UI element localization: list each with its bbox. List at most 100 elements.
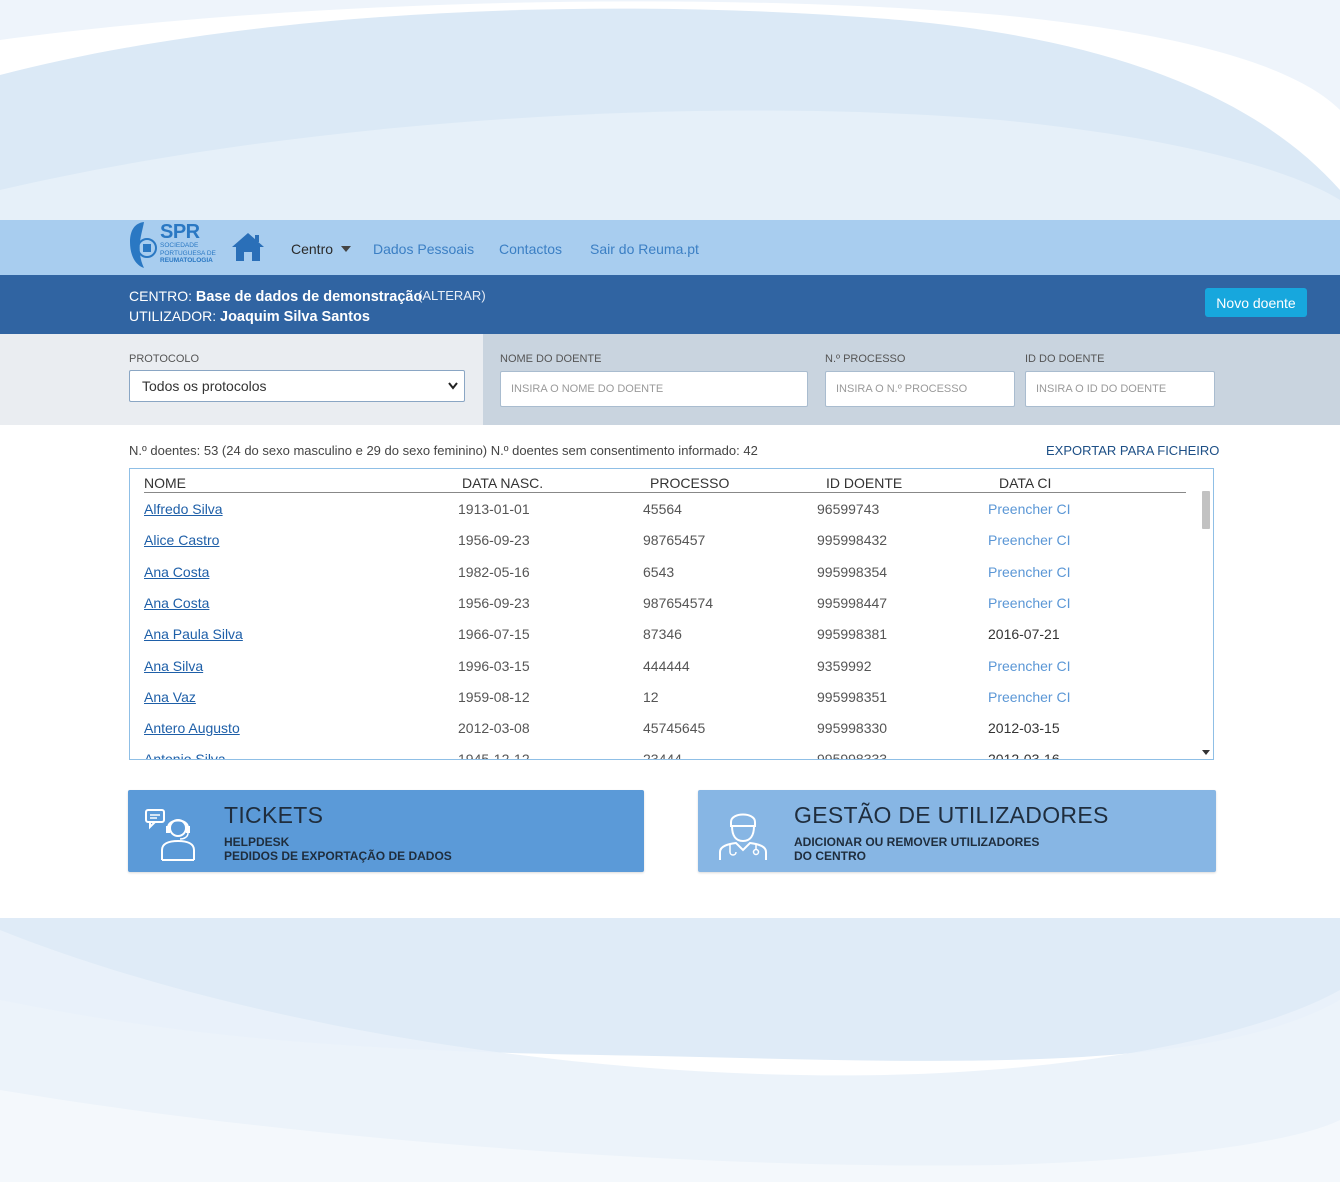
patients-summary: N.º doentes: 53 (24 do sexo masculino e … bbox=[129, 443, 758, 458]
patient-name-link[interactable]: Ana Vaz bbox=[144, 689, 196, 705]
preencher-ci-link[interactable]: Preencher CI bbox=[988, 564, 1070, 580]
logo-sub-line2: Portuguesa de bbox=[160, 249, 216, 257]
logo-title: SPR bbox=[160, 221, 200, 243]
patient-name-link[interactable]: Ana Paula Silva bbox=[144, 626, 243, 642]
col-header-data-nasc: Data Nasc. bbox=[462, 475, 544, 491]
cell-data-ci: 2016-07-21 bbox=[988, 626, 1060, 642]
patient-name-link[interactable]: Antero Augusto bbox=[144, 720, 240, 736]
cell-data-ci: 2012-03-16 bbox=[988, 751, 1060, 760]
patient-name-link[interactable]: Antonio Silva bbox=[144, 751, 226, 759]
processo-label: N.º Processo bbox=[825, 353, 906, 365]
utilizador-label: UTILIZADOR: bbox=[129, 308, 217, 324]
cell-id-doente: 995998381 bbox=[817, 626, 888, 642]
logo-subtitle: Sociedade Portuguesa de Reumatologia bbox=[160, 242, 220, 265]
cell-id-doente: 995998333 bbox=[817, 751, 888, 760]
col-header-id-doente: ID Doente bbox=[826, 475, 903, 491]
nome-doente-label: Nome do doente bbox=[500, 353, 602, 365]
doctor-user-icon bbox=[719, 813, 767, 860]
id-doente-label: ID do doente bbox=[1025, 353, 1105, 365]
cell-processo: 98765457 bbox=[643, 532, 706, 548]
gestao-utilizadores-card[interactable]: Gestão de utilizadores Adicionar ou remo… bbox=[698, 790, 1216, 872]
preencher-ci-link[interactable]: Preencher CI bbox=[988, 501, 1070, 517]
cell-id-doente: 995998354 bbox=[817, 564, 888, 580]
patient-name-link[interactable]: Alice Castro bbox=[144, 532, 219, 548]
preencher-ci-link[interactable]: Preencher CI bbox=[988, 595, 1070, 611]
home-icon[interactable] bbox=[230, 231, 266, 263]
cell-processo: 87346 bbox=[643, 626, 682, 642]
preencher-ci-link[interactable]: Preencher CI bbox=[988, 658, 1070, 674]
table-row: Antero Augusto 2012-03-08 45745645 99599… bbox=[130, 720, 1190, 751]
novo-doente-button[interactable]: Novo doente bbox=[1205, 288, 1307, 317]
nav-centro-label: Centro bbox=[291, 241, 334, 257]
nav-contactos[interactable]: Contactos bbox=[499, 241, 562, 257]
patient-name-link[interactable]: Ana Silva bbox=[144, 658, 203, 674]
cell-data-nasc: 1982-05-16 bbox=[458, 564, 530, 580]
scrollbar-thumb[interactable] bbox=[1202, 491, 1210, 529]
spr-logo[interactable]: SPR Sociedade Portuguesa de Reumatologia bbox=[128, 220, 218, 270]
cell-processo: 45745645 bbox=[643, 720, 706, 736]
cell-data-nasc: 1966-07-15 bbox=[458, 626, 530, 642]
top-navigation: SPR Sociedade Portuguesa de Reumatologia… bbox=[0, 220, 1340, 275]
chevron-down-icon bbox=[448, 382, 458, 390]
cell-processo: 23444 bbox=[643, 751, 682, 760]
cell-processo: 45564 bbox=[643, 501, 682, 517]
col-header-nome: Nome bbox=[144, 475, 186, 491]
id-doente-input[interactable] bbox=[1025, 371, 1215, 407]
chevron-down-icon bbox=[341, 246, 352, 252]
table-scrollbar[interactable] bbox=[1199, 491, 1213, 759]
cell-processo: 12 bbox=[643, 689, 659, 705]
patients-table: Nome Data Nasc. Processo ID Doente Data … bbox=[129, 468, 1214, 760]
nav-centro-dropdown[interactable]: Centro bbox=[291, 241, 352, 257]
alterar-link[interactable]: (ALTERAR) bbox=[418, 288, 486, 303]
nome-doente-input[interactable] bbox=[500, 371, 808, 407]
table-row: Ana Vaz 1959-08-12 12 995998351 Preenche… bbox=[130, 689, 1190, 720]
centro-label: CENTRO: bbox=[129, 288, 192, 304]
cell-data-nasc: 1956-09-23 bbox=[458, 595, 530, 611]
center-info-bar: CENTRO: Base de dados de demonstração (A… bbox=[0, 275, 1340, 334]
table-row: Ana Paula Silva 1966-07-15 87346 9959983… bbox=[130, 626, 1190, 657]
cell-id-doente: 96599743 bbox=[817, 501, 880, 517]
cell-processo: 6543 bbox=[643, 564, 675, 580]
table-row: Ana Costa 1956-09-23 987654574 995998447… bbox=[130, 595, 1190, 626]
cell-data-nasc: 1996-03-15 bbox=[458, 658, 530, 674]
utilizador-value: Joaquim Silva Santos bbox=[220, 309, 370, 325]
users-sub-line2: do centro bbox=[794, 849, 866, 863]
logo-sub-line1: Sociedade bbox=[160, 242, 199, 249]
cell-data-nasc: 1913-01-01 bbox=[458, 501, 530, 517]
cell-id-doente: 995998351 bbox=[817, 689, 888, 705]
processo-input[interactable] bbox=[825, 371, 1015, 407]
scroll-down-arrow-icon[interactable] bbox=[1202, 750, 1210, 755]
helpdesk-agent-icon bbox=[145, 809, 195, 861]
app-panel: SPR Sociedade Portuguesa de Reumatologia… bbox=[0, 220, 1340, 918]
tickets-sub-exportacao: Pedidos de exportação de dados bbox=[224, 849, 452, 863]
cell-data-nasc: 2012-03-08 bbox=[458, 720, 530, 736]
col-header-processo: Processo bbox=[650, 475, 730, 491]
protocolo-label: Protocolo bbox=[129, 353, 200, 365]
table-row: Ana Silva 1996-03-15 444444 9359992 Pree… bbox=[130, 658, 1190, 689]
patient-name-link[interactable]: Ana Costa bbox=[144, 595, 209, 611]
patient-name-link[interactable]: Alfredo Silva bbox=[144, 501, 223, 517]
cell-data-nasc: 1945-12-12 bbox=[458, 751, 530, 760]
gestao-utilizadores-title: Gestão de utilizadores bbox=[794, 802, 1109, 828]
cell-processo: 987654574 bbox=[643, 595, 714, 611]
nav-sair[interactable]: Sair do Reuma.pt bbox=[590, 241, 699, 257]
table-header: Nome Data Nasc. Processo ID Doente Data … bbox=[144, 469, 1186, 493]
tickets-title: Tickets bbox=[224, 802, 324, 828]
tickets-sub-helpdesk: Helpdesk bbox=[224, 835, 290, 849]
users-sub-line1: Adicionar ou remover utilizadores bbox=[794, 835, 1040, 849]
tickets-card[interactable]: Tickets Helpdesk Pedidos de exportação d… bbox=[128, 790, 644, 872]
cell-id-doente: 995998330 bbox=[817, 720, 888, 736]
protocolo-select[interactable]: Todos os protocolos bbox=[129, 370, 465, 402]
cell-data-nasc: 1959-08-12 bbox=[458, 689, 530, 705]
tickets-subtitle: Helpdesk Pedidos de exportação de dados bbox=[224, 835, 452, 863]
cell-id-doente: 995998432 bbox=[817, 532, 888, 548]
table-row: Alfredo Silva 1913-01-01 45564 96599743 … bbox=[130, 501, 1190, 532]
cell-processo: 444444 bbox=[643, 658, 690, 674]
export-link[interactable]: Exportar para ficheiro bbox=[1046, 443, 1219, 458]
preencher-ci-link[interactable]: Preencher CI bbox=[988, 532, 1070, 548]
patient-name-link[interactable]: Ana Costa bbox=[144, 564, 209, 580]
nav-dados-pessoais[interactable]: Dados Pessoais bbox=[373, 241, 474, 257]
preencher-ci-link[interactable]: Preencher CI bbox=[988, 689, 1070, 705]
cell-id-doente: 995998447 bbox=[817, 595, 888, 611]
cell-data-nasc: 1956-09-23 bbox=[458, 532, 530, 548]
